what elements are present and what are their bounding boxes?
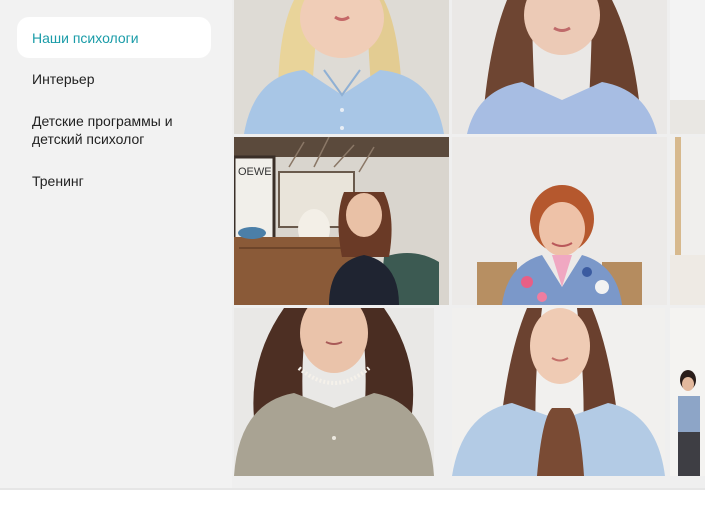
gallery-photo-partial-1[interactable] (670, 0, 705, 134)
photo-gallery: OEWE (232, 0, 705, 488)
svg-text:OEWE: OEWE (238, 166, 272, 178)
sidebar-item-interior[interactable]: Интерьер (32, 70, 212, 88)
footer-area (0, 490, 705, 512)
gallery-photo-psychologist-2[interactable] (452, 0, 667, 134)
gallery-photo-psychologist-5[interactable] (234, 308, 434, 476)
gallery-photo-psychologist-3[interactable]: OEWE (234, 137, 449, 305)
sidebar-item-children-programs[interactable]: Детские программы и детский психолог (32, 112, 202, 148)
gallery-photo-partial-3[interactable] (670, 308, 705, 476)
sidebar-item-our-psychologists[interactable]: Наши психологи (17, 17, 211, 58)
sidebar-nav: Наши психологи Интерьер Детские программ… (0, 0, 232, 488)
sidebar-item-training[interactable]: Тренинг (32, 172, 212, 190)
gallery-photo-partial-2[interactable] (670, 137, 705, 305)
gallery-photo-psychologist-6[interactable] (452, 308, 665, 476)
gallery-photo-psychologist-1[interactable] (234, 0, 449, 134)
gallery-photo-psychologist-4[interactable] (452, 137, 667, 305)
